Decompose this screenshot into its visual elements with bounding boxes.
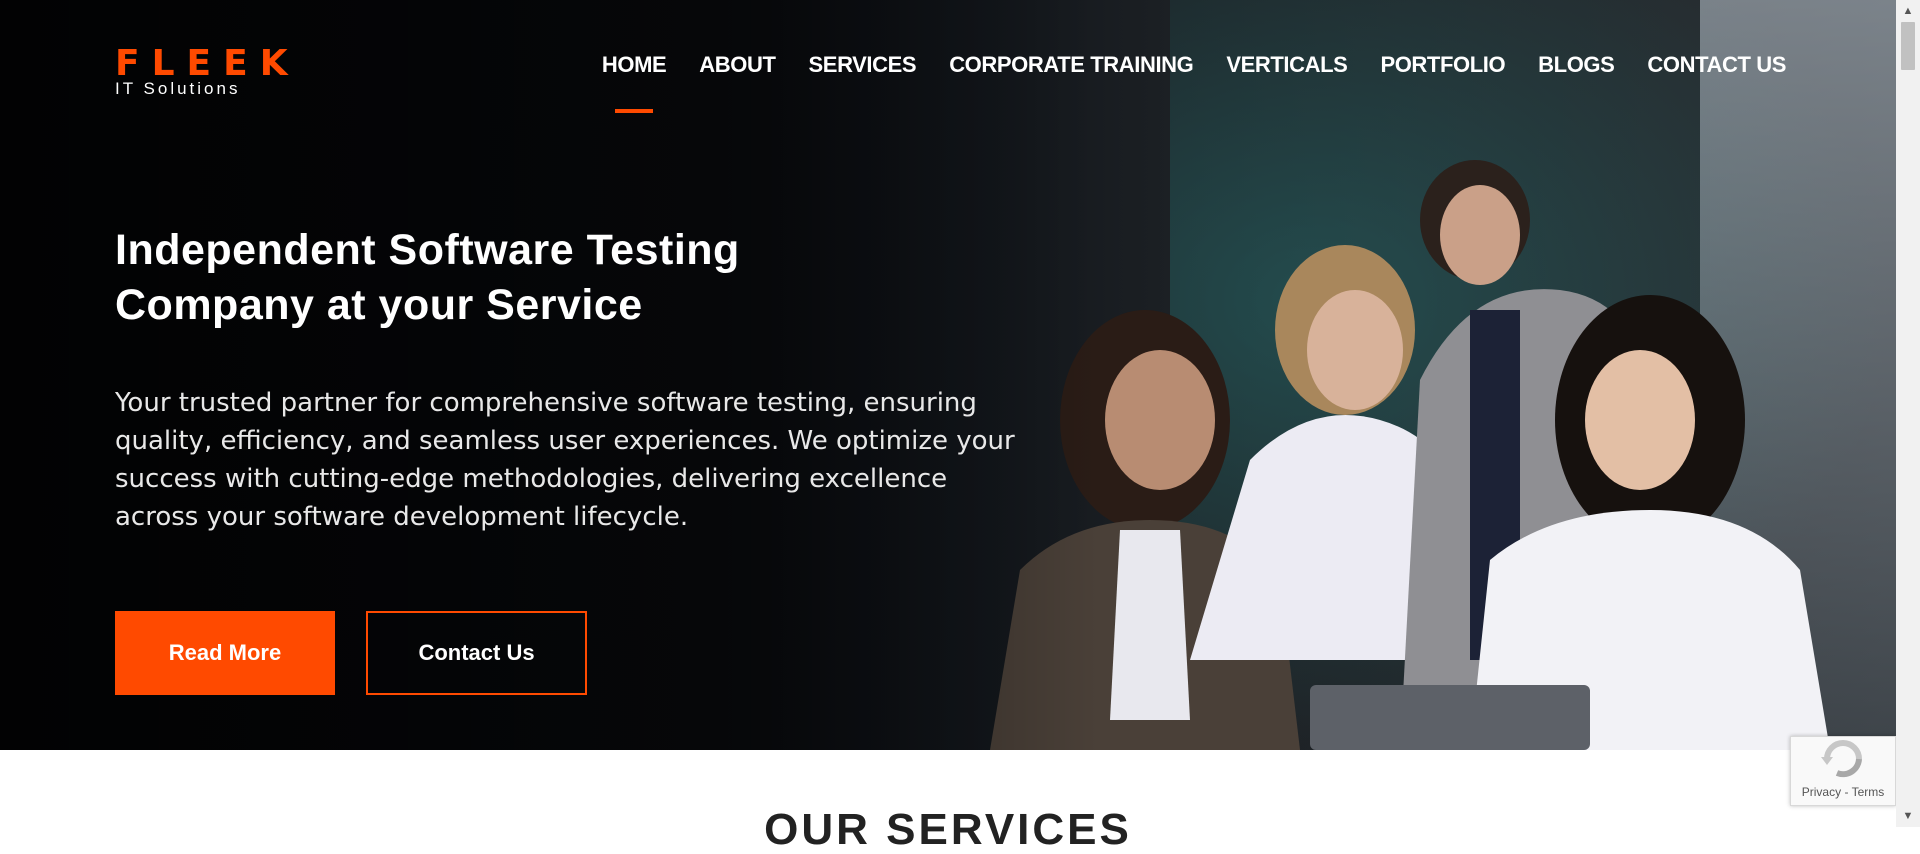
scrollbar-thumb[interactable] [1901,22,1915,70]
hero-headline: Independent Software Testing Company at … [115,223,875,333]
nav-contact-us[interactable]: CONTACT US [1647,52,1786,78]
nav-verticals[interactable]: VERTICALS [1226,52,1347,78]
nav-portfolio[interactable]: PORTFOLIO [1380,52,1505,78]
nav-home[interactable]: HOME [602,52,667,78]
headline-line-1: Independent Software Testing [115,226,740,274]
logo-wordmark: FLEEK [115,43,300,84]
nav-services[interactable]: SERVICES [809,52,917,78]
recaptcha-badge[interactable]: Privacy - Terms [1790,736,1896,806]
services-section-title: OUR SERVICES [764,805,1132,854]
headline-line-2: Company at your Service [115,281,643,329]
recaptcha-icon [1821,740,1862,778]
recaptcha-terms-link[interactable]: Terms [1852,785,1885,799]
page-scrollbar[interactable]: ▲ ▼ [1896,0,1920,827]
hero-description: Your trusted partner for comprehensive s… [115,388,1015,532]
recaptcha-separator: - [1841,785,1852,799]
site-logo[interactable]: FLEEK IT Solutions [115,46,300,98]
scroll-down-arrow-icon[interactable]: ▼ [1896,809,1920,823]
recaptcha-links: Privacy - Terms [1791,785,1895,799]
nav-about[interactable]: ABOUT [699,52,776,78]
recaptcha-privacy-link[interactable]: Privacy [1802,785,1841,799]
nav-corporate-training[interactable]: CORPORATE TRAINING [949,52,1194,78]
nav-blogs[interactable]: BLOGS [1538,52,1615,78]
hero-banner: FLEEK IT Solutions HOME ABOUT SERVICES C… [0,0,1896,750]
read-more-button[interactable]: Read More [115,611,335,695]
main-navigation: HOME ABOUT SERVICES CORPORATE TRAINING V… [602,52,1787,78]
contact-us-button[interactable]: Contact Us [366,611,587,695]
scroll-up-arrow-icon[interactable]: ▲ [1896,4,1920,18]
